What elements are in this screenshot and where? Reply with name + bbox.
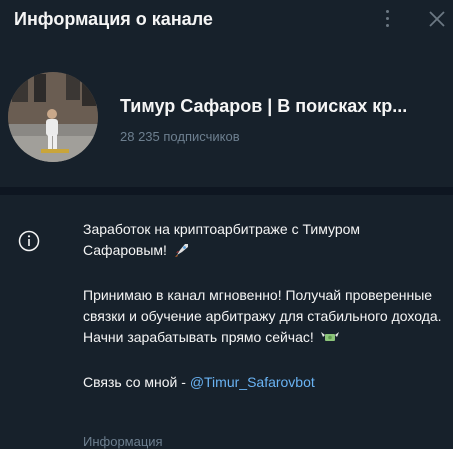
close-icon-glyph: [429, 11, 445, 27]
channel-avatar[interactable]: [8, 72, 98, 162]
info-section: Заработок на криптоарбитраже с Тимуром С…: [0, 195, 453, 449]
more-options-icon[interactable]: [380, 8, 396, 30]
info-caption: Информация: [83, 434, 163, 449]
contact-bot-link[interactable]: @Timur_Safarovbot: [190, 374, 315, 390]
money-with-wings-icon: [320, 329, 339, 351]
subscriber-count: 28 235 подписчиков: [120, 129, 240, 144]
channel-name: Тимур Сафаров | В поисках кр...: [120, 96, 408, 116]
section-divider: [0, 187, 453, 195]
description-text-2: Принимаю в канал мгновенно! Получай пров…: [83, 287, 442, 345]
info-icon: [17, 229, 41, 253]
description-paragraph-2: Принимаю в канал мгновенно! Получай пров…: [83, 285, 443, 351]
channel-description: Заработок на криптоарбитраже с Тимуром С…: [83, 219, 443, 393]
dialog-title: Информация о канале: [14, 9, 213, 29]
channel-profile: Тимур Сафаров | В поисках кр... 28 235 п…: [0, 60, 453, 188]
description-line-1: Заработок на криптоарбитраже с Тимуром С…: [83, 219, 443, 264]
contact-prefix: Связь со мной -: [83, 374, 190, 390]
close-icon[interactable]: [426, 8, 448, 30]
rocket-icon: [174, 242, 190, 264]
dialog-header: Информация о канале: [0, 0, 453, 40]
description-text-1: Заработок на криптоарбитраже с Тимуром С…: [83, 221, 361, 258]
avatar-photo: [8, 72, 98, 162]
description-contact: Связь со мной - @Timur_Safarovbot: [83, 372, 443, 393]
